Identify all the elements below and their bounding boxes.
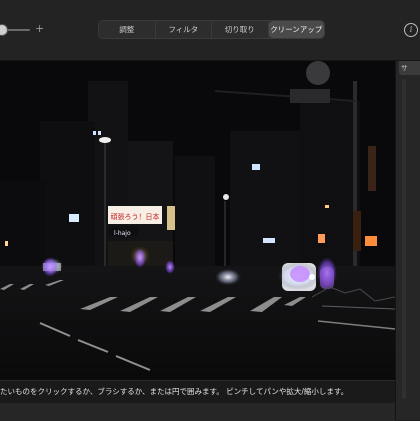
info-icon[interactable]: i: [404, 23, 418, 37]
zoom-in-icon[interactable]: +: [35, 22, 44, 35]
side-panel: サ: [395, 61, 420, 420]
cleanup-hint-text: たいものをクリックするか、ブラシするか、または円で囲みます。 ピンチしてパンや拡…: [0, 387, 349, 396]
tab-cleanup[interactable]: クリーンアップ: [268, 21, 324, 38]
cleanup-hint-bar: たいものをクリックするか、ブラシするか、または円で囲みます。 ピンチしてパンや拡…: [0, 380, 395, 403]
edit-mode-tabs: 調整 フィルタ 切り取り クリーンアップ: [98, 20, 325, 39]
bottom-strip: [0, 402, 395, 421]
tab-filters[interactable]: フィルタ: [156, 21, 212, 38]
tab-crop[interactable]: 切り取り: [212, 21, 269, 38]
zoom-slider[interactable]: +: [0, 22, 44, 37]
photo-canvas[interactable]: 頑張ろう！日本 l-hajo: [0, 61, 395, 380]
side-panel-tab[interactable]: サ: [399, 61, 420, 75]
tab-adjust[interactable]: 調整: [99, 21, 156, 38]
night-street-photo[interactable]: 頑張ろう！日本 l-hajo: [0, 61, 395, 380]
zoom-slider-knob[interactable]: [0, 24, 8, 36]
toolbar: + 調整 フィルタ 切り取り クリーンアップ i: [0, 0, 420, 61]
store-sign: l-hajo: [114, 230, 131, 237]
sign-text: 頑張ろう！日本: [111, 212, 160, 221]
side-panel-scrollbar[interactable]: [402, 79, 406, 399]
